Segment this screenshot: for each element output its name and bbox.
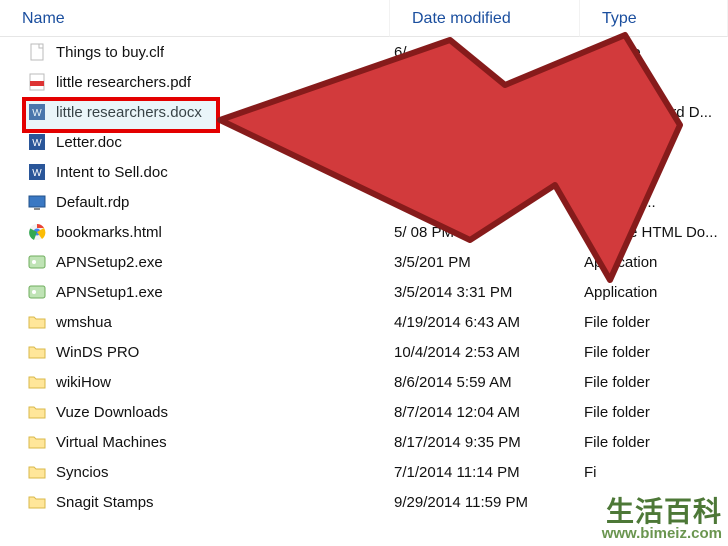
- file-type-cell: File folder: [580, 397, 728, 427]
- folder-icon: [28, 403, 46, 421]
- file-name-cell[interactable]: Wlittle researchers.docx: [0, 97, 390, 127]
- file-type-cell: PDF File: [580, 67, 728, 97]
- file-name-text: Intent to Sell.doc: [56, 164, 168, 181]
- file-date-cell: 7/1/2014 11:14 PM: [390, 457, 580, 487]
- file-type-cell: Application: [580, 277, 728, 307]
- watermark-text-url: www.bimeiz.com: [602, 526, 722, 542]
- file-date-cell: 22 AM: [390, 67, 580, 97]
- file-name-text: Snagit Stamps: [56, 494, 154, 511]
- column-header-date[interactable]: Date modified: [390, 0, 580, 37]
- file-type-cell: Microsoft Word D...: [580, 97, 728, 127]
- file-list-table: Name Date modified Type Things to buy.cl…: [0, 0, 728, 517]
- file-name-cell[interactable]: Virtual Machines: [0, 427, 390, 457]
- file-date-cell: 8/7/2014 12:04 AM: [390, 397, 580, 427]
- folder-icon: [28, 463, 46, 481]
- file-icon: [28, 43, 46, 61]
- svg-text:W: W: [32, 138, 42, 149]
- file-date-cell: 3/5/2014 3:31 PM: [390, 277, 580, 307]
- file-type-cell: ft Word 9...: [580, 127, 728, 157]
- file-name-cell[interactable]: wmshua: [0, 307, 390, 337]
- file-date-cell: 8/17/2014 9:35 PM: [390, 427, 580, 457]
- file-date-cell: [390, 157, 580, 187]
- word-icon: W: [28, 163, 46, 181]
- word-icon: W: [28, 103, 46, 121]
- file-name-text: APNSetup2.exe: [56, 254, 163, 271]
- file-name-cell[interactable]: bookmarks.html: [0, 217, 390, 247]
- file-name-cell[interactable]: APNSetup2.exe: [0, 247, 390, 277]
- file-name-text: wikiHow: [56, 374, 111, 391]
- file-date-cell: [390, 127, 580, 157]
- file-type-cell: File folder: [580, 427, 728, 457]
- watermark-text-cn: 生活百科: [602, 497, 722, 526]
- file-name-text: Letter.doc: [56, 134, 122, 151]
- file-type-cell: File folder: [580, 367, 728, 397]
- file-date-cell: 10/4/2014 2:53 AM: [390, 337, 580, 367]
- file-date-cell: 6/: [390, 37, 580, 67]
- file-date-cell: 3/5/201 PM: [390, 247, 580, 277]
- file-name-text: bookmarks.html: [56, 224, 162, 241]
- folder-icon: [28, 493, 46, 511]
- file-name-text: Syncios: [56, 464, 109, 481]
- file-date-cell: 4/19/2014 6:43 AM: [390, 307, 580, 337]
- file-name-cell[interactable]: Snagit Stamps: [0, 487, 390, 517]
- file-name-cell[interactable]: Things to buy.clf: [0, 37, 390, 67]
- watermark: 生活百科 www.bimeiz.com: [602, 497, 722, 542]
- file-name-cell[interactable]: APNSetup1.exe: [0, 277, 390, 307]
- file-name-text: Default.rdp: [56, 194, 129, 211]
- file-name-text: little researchers.pdf: [56, 74, 191, 91]
- file-type-cell: File folder: [580, 307, 728, 337]
- file-name-text: APNSetup1.exe: [56, 284, 163, 301]
- file-name-cell[interactable]: wikiHow: [0, 367, 390, 397]
- file-type-cell: Application: [580, 247, 728, 277]
- file-type-cell: Chrome HTML Do...: [580, 217, 728, 247]
- file-name-cell[interactable]: WinDS PRO: [0, 337, 390, 367]
- word-icon: W: [28, 133, 46, 151]
- file-name-cell[interactable]: W Intent to Sell.doc: [0, 157, 390, 187]
- file-name-text: little researchers.docx: [56, 104, 202, 121]
- column-header-name[interactable]: Name: [0, 0, 390, 37]
- svg-text:W: W: [32, 168, 42, 179]
- file-name-text: Vuze Downloads: [56, 404, 168, 421]
- file-type-cell: CLF File: [580, 37, 728, 67]
- file-name-cell[interactable]: W Letter.doc: [0, 127, 390, 157]
- file-type-cell: Fi: [580, 457, 728, 487]
- file-type-cell: r Word 9...: [580, 157, 728, 187]
- file-type-cell: Desktop ...: [580, 187, 728, 217]
- svg-text:W: W: [32, 108, 42, 119]
- exe-icon: [28, 283, 46, 301]
- file-name-text: Things to buy.clf: [56, 44, 164, 61]
- file-name-cell[interactable]: Syncios: [0, 457, 390, 487]
- folder-icon: [28, 373, 46, 391]
- file-date-cell: 5/ 08 PM: [390, 217, 580, 247]
- file-date-cell: 53 AM: [390, 187, 580, 217]
- file-name-text: WinDS PRO: [56, 344, 139, 361]
- file-date-cell: 9/29/2014 11:59 PM: [390, 487, 580, 517]
- file-date-cell: [390, 97, 580, 127]
- file-type-cell: File folder: [580, 337, 728, 367]
- folder-icon: [28, 313, 46, 331]
- pdf-icon: [28, 73, 46, 91]
- file-name-cell[interactable]: Default.rdp: [0, 187, 390, 217]
- file-name-text: wmshua: [56, 314, 112, 331]
- column-header-type[interactable]: Type: [580, 0, 728, 37]
- folder-icon: [28, 433, 46, 451]
- rdp-icon: [28, 193, 46, 211]
- file-name-text: Virtual Machines: [56, 434, 167, 451]
- chrome-icon: [28, 223, 46, 241]
- exe-icon: [28, 253, 46, 271]
- file-name-cell[interactable]: Vuze Downloads: [0, 397, 390, 427]
- file-name-cell[interactable]: little researchers.pdf: [0, 67, 390, 97]
- folder-icon: [28, 343, 46, 361]
- file-date-cell: 8/6/2014 5:59 AM: [390, 367, 580, 397]
